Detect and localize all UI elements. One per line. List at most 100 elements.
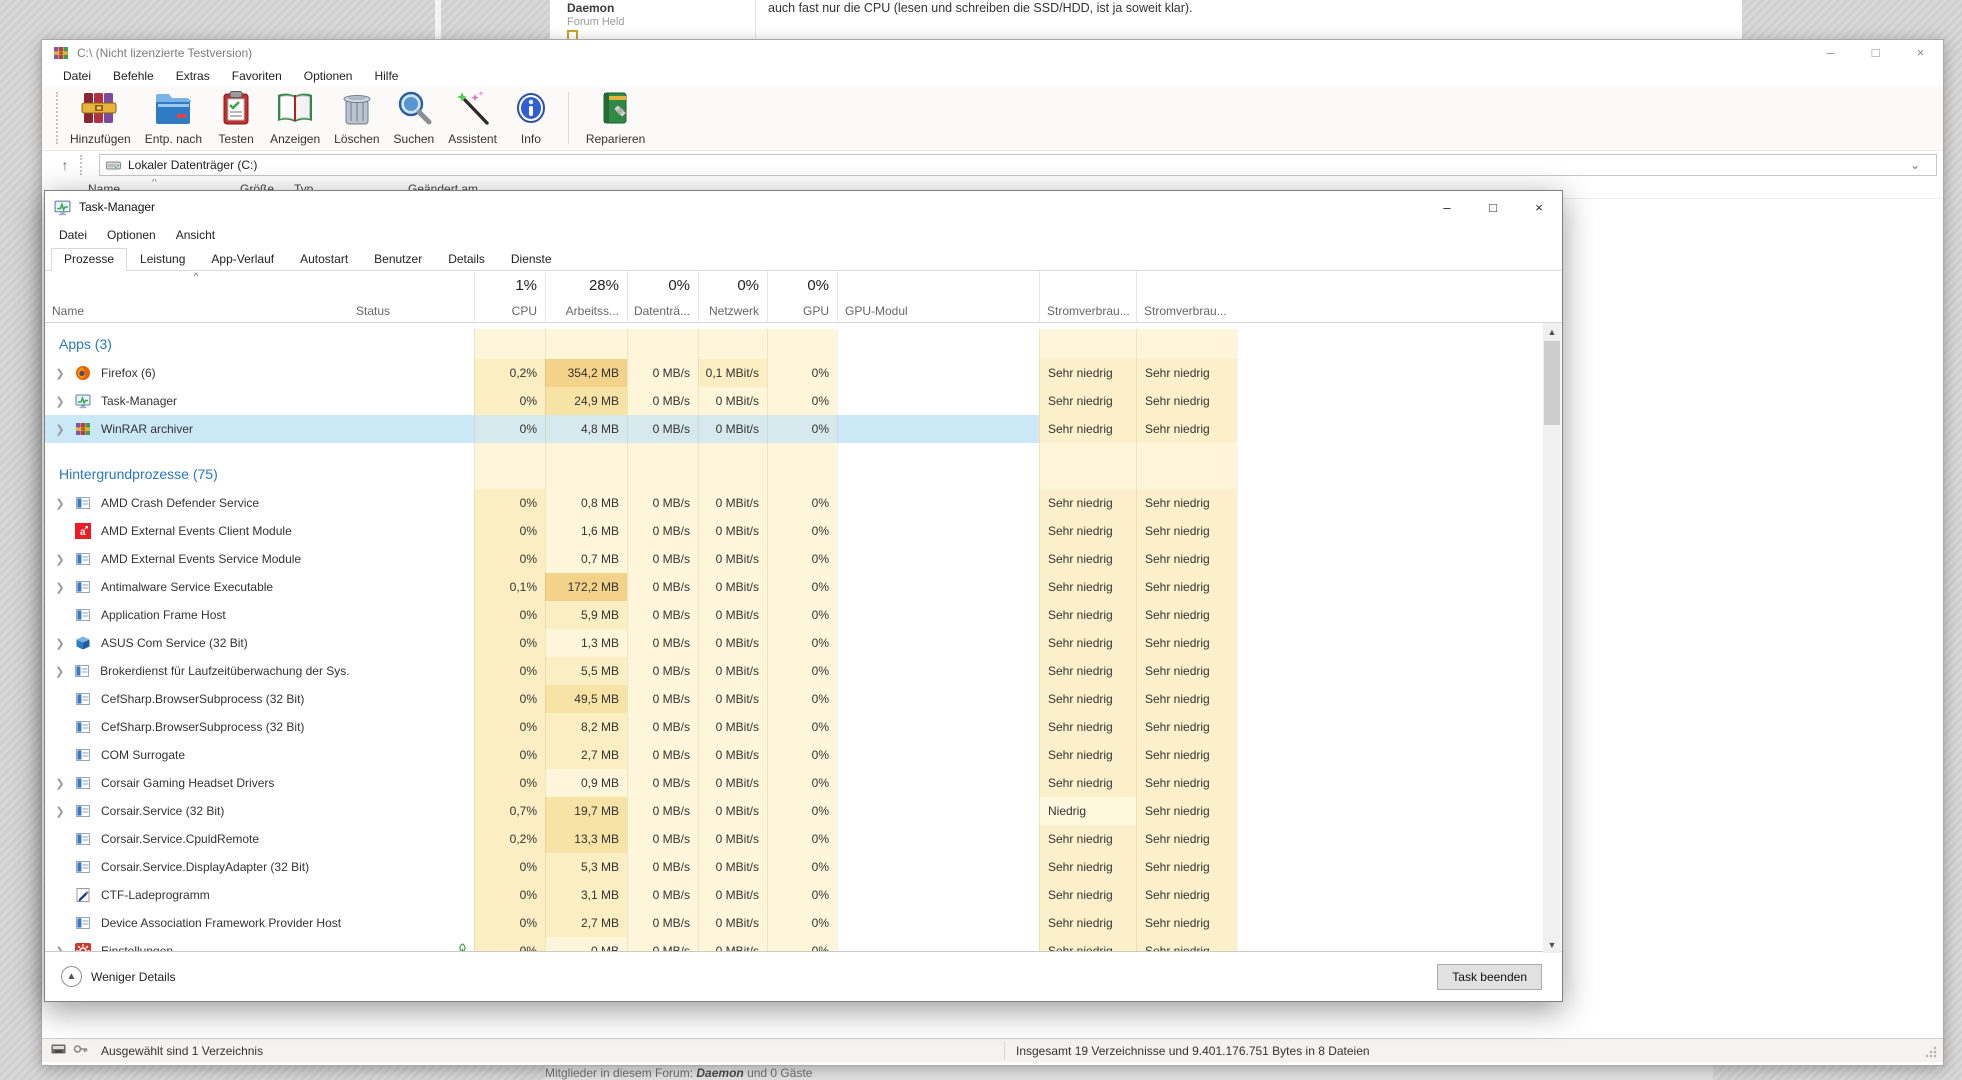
maximize-button[interactable]: □ xyxy=(1853,40,1898,65)
column-header-disk[interactable]: 0%Datenträ... xyxy=(627,271,698,323)
toolbar-button-assistent[interactable]: Assistent xyxy=(441,87,504,146)
up-directory-button[interactable]: ↑ xyxy=(50,154,80,176)
menu-item-datei[interactable]: Datei xyxy=(52,67,102,85)
process-row-amd-external-events-service-module[interactable]: ❯AMD External Events Service Module0%0,7… xyxy=(45,545,1562,573)
process-row-winrar-archiver[interactable]: ❯WinRAR archiver0%4,8 MB0 MB/s0 MBit/s0%… xyxy=(45,415,1562,443)
add-archive-icon xyxy=(80,90,120,131)
process-row-firefox-6[interactable]: ❯Firefox (6)0,2%354,2 MB0 MB/s0,1 MBit/s… xyxy=(45,359,1562,387)
group-label: Apps (3) xyxy=(59,336,112,352)
expand-chevron-icon[interactable]: ❯ xyxy=(45,496,75,510)
process-row-cefsharp-browsersubprocess-32-bit[interactable]: CefSharp.BrowserSubprocess (32 Bit)0%8,2… xyxy=(45,713,1562,741)
column-header-status[interactable]: Status xyxy=(349,271,474,323)
minimize-button[interactable]: – xyxy=(1424,191,1470,223)
process-row-asus-com-service-32-bit[interactable]: ❯ASUS Com Service (32 Bit)0%1,3 MB0 MB/s… xyxy=(45,629,1562,657)
process-row-com-surrogate[interactable]: COM Surrogate0%2,7 MB0 MB/s0 MBit/s0%Seh… xyxy=(45,741,1562,769)
tab-app-verlauf[interactable]: App-Verlauf xyxy=(198,248,287,270)
expand-chevron-icon[interactable]: ❯ xyxy=(45,636,75,650)
toolbar-button-testen[interactable]: Testen xyxy=(209,87,263,146)
menu-item-optionen[interactable]: Optionen xyxy=(293,67,364,85)
menu-item-extras[interactable]: Extras xyxy=(165,67,221,85)
tab-benutzer[interactable]: Benutzer xyxy=(361,248,435,270)
close-button[interactable]: × xyxy=(1516,191,1562,223)
process-row-einstellungen[interactable]: ❯Einstellungen0%0 MB0 MB/s0 MBit/s0%Sehr… xyxy=(45,937,1562,951)
toolbar-button-hinzufügen[interactable]: Hinzufügen xyxy=(63,87,138,146)
column-header-network[interactable]: 0%Netzwerk xyxy=(698,271,767,323)
expand-chevron-icon[interactable]: ❯ xyxy=(45,944,75,951)
process-row-corsair-gaming-headset-drivers[interactable]: ❯Corsair Gaming Headset Drivers0%0,9 MB0… xyxy=(45,769,1562,797)
cell-cpu: 0% xyxy=(474,489,545,517)
expand-chevron-icon[interactable]: ❯ xyxy=(45,422,75,436)
group-header-hintergrundprozesse-75[interactable]: Hintergrundprozesse (75) xyxy=(45,459,1562,489)
process-row-task-manager[interactable]: ❯Task-Manager0%24,9 MB0 MB/s0 MBit/s0%Se… xyxy=(45,387,1562,415)
maximize-button[interactable]: □ xyxy=(1470,191,1516,223)
toolbar-button-löschen[interactable]: Löschen xyxy=(327,87,386,146)
menu-item-datei[interactable]: Datei xyxy=(49,225,97,245)
toolbar-drag-handle[interactable] xyxy=(56,92,59,144)
minimize-button[interactable]: – xyxy=(1808,40,1853,65)
process-row-ctf-ladeprogramm[interactable]: CTF-Ladeprogramm0%3,1 MB0 MB/s0 MBit/s0%… xyxy=(45,881,1562,909)
tab-leistung[interactable]: Leistung xyxy=(127,248,198,270)
expand-chevron-icon[interactable]: ❯ xyxy=(45,552,75,566)
task-manager-titlebar[interactable]: Task-Manager –□× xyxy=(45,191,1562,223)
tab-details[interactable]: Details xyxy=(435,248,498,270)
group-header-apps-3[interactable]: Apps (3) xyxy=(45,329,1562,359)
column-header-power-usage[interactable]: Stromverbrau... xyxy=(1039,271,1136,323)
process-row-corsair-service-cpuldremote[interactable]: Corsair.Service.CpuldRemote0,2%13,3 MB0 … xyxy=(45,825,1562,853)
column-header-memory[interactable]: 28%Arbeitss... xyxy=(545,271,627,323)
process-name: Corsair.Service.DisplayAdapter (32 Bit) xyxy=(101,860,309,874)
toolbar-button-anzeigen[interactable]: Anzeigen xyxy=(263,87,327,146)
toolbar-button-info[interactable]: Info xyxy=(504,87,558,146)
process-row-application-frame-host[interactable]: Application Frame Host0%5,9 MB0 MB/s0 MB… xyxy=(45,601,1562,629)
process-row-amd-crash-defender-service[interactable]: ❯AMD Crash Defender Service0%0,8 MB0 MB/… xyxy=(45,489,1562,517)
tab-prozesse[interactable]: Prozesse xyxy=(51,248,127,271)
winrar-titlebar[interactable]: C:\ (Nicht lizenzierte Testversion) –□× xyxy=(42,40,1943,65)
tab-dienste[interactable]: Dienste xyxy=(498,248,565,270)
column-header-power-usage-trend[interactable]: Stromverbrau... xyxy=(1136,271,1237,323)
expand-chevron-icon[interactable]: ❯ xyxy=(45,776,75,790)
toolbar-button-reparieren[interactable]: Reparieren xyxy=(579,87,652,146)
cell-gpu: 0% xyxy=(767,685,837,713)
cell-cpu: 0,2% xyxy=(474,359,545,387)
chevron-down-icon[interactable]: ⌄ xyxy=(1910,158,1920,172)
addressbar-drag-handle[interactable] xyxy=(80,155,83,175)
toolbar-button-suchen[interactable]: Suchen xyxy=(387,87,442,146)
process-row-corsair-service-32-bit[interactable]: ❯Corsair.Service (32 Bit)0,7%19,7 MB0 MB… xyxy=(45,797,1562,825)
menu-item-hilfe[interactable]: Hilfe xyxy=(363,67,409,85)
process-row-corsair-service-displayadapter-32-bit[interactable]: Corsair.Service.DisplayAdapter (32 Bit)0… xyxy=(45,853,1562,881)
process-row-brokerdienst-für-laufzeitüberwachung-der-sys[interactable]: ❯Brokerdienst für Laufzeitüberwachung de… xyxy=(45,657,1562,685)
close-button[interactable]: × xyxy=(1898,40,1943,65)
menu-item-ansicht[interactable]: Ansicht xyxy=(166,225,225,245)
scroll-up-icon[interactable]: ▲ xyxy=(1543,323,1561,340)
less-details-label[interactable]: Weniger Details xyxy=(91,970,175,984)
expand-chevron-icon[interactable]: ❯ xyxy=(45,664,74,678)
expand-chevron-icon[interactable]: ❯ xyxy=(45,580,75,594)
cell-power2: Sehr niedrig xyxy=(1136,489,1237,517)
expand-chevron-icon[interactable]: ❯ xyxy=(45,366,75,380)
end-task-button[interactable]: Task beenden xyxy=(1437,964,1542,990)
process-row-device-association-framework-provider-host[interactable]: Device Association Framework Provider Ho… xyxy=(45,909,1562,937)
scrollbar-thumb[interactable] xyxy=(1544,341,1560,425)
vertical-scrollbar[interactable]: ▲ ▼ xyxy=(1543,323,1561,953)
column-header-cpu[interactable]: 1%CPU xyxy=(474,271,545,323)
expand-chevron-icon[interactable]: ❯ xyxy=(45,394,75,408)
tab-autostart[interactable]: Autostart xyxy=(287,248,361,270)
address-combobox[interactable]: Lokaler Datenträger (C:) ⌄ xyxy=(99,154,1937,176)
cell-gpu-engine xyxy=(837,685,1039,713)
column-header-gpu[interactable]: 0%GPU xyxy=(767,271,837,323)
menu-item-befehle[interactable]: Befehle xyxy=(102,67,165,85)
menu-item-optionen[interactable]: Optionen xyxy=(97,225,166,245)
toolbar-button-entp-nach[interactable]: Entp. nach xyxy=(138,87,209,146)
process-row-amd-external-events-client-module[interactable]: aAMD External Events Client Module0%1,6 … xyxy=(45,517,1562,545)
scroll-down-icon[interactable]: ▼ xyxy=(1543,936,1561,953)
process-row-antimalware-service-executable[interactable]: ❯Antimalware Service Executable0,1%172,2… xyxy=(45,573,1562,601)
chevron-up-circle-icon[interactable]: ▲ xyxy=(61,966,82,987)
expand-chevron-icon[interactable]: ❯ xyxy=(45,804,75,818)
cell-cpu: 0,2% xyxy=(474,825,545,853)
cell-cpu: 0,7% xyxy=(474,797,545,825)
menu-item-favoriten[interactable]: Favoriten xyxy=(221,67,293,85)
resize-grip[interactable] xyxy=(1925,1046,1937,1058)
header-percent-value: 0% xyxy=(807,277,829,294)
column-header-name[interactable]: Name xyxy=(45,271,349,323)
column-header-gpu-engine[interactable]: GPU-Modul xyxy=(837,271,1039,323)
process-row-cefsharp-browsersubprocess-32-bit[interactable]: CefSharp.BrowserSubprocess (32 Bit)0%49,… xyxy=(45,685,1562,713)
